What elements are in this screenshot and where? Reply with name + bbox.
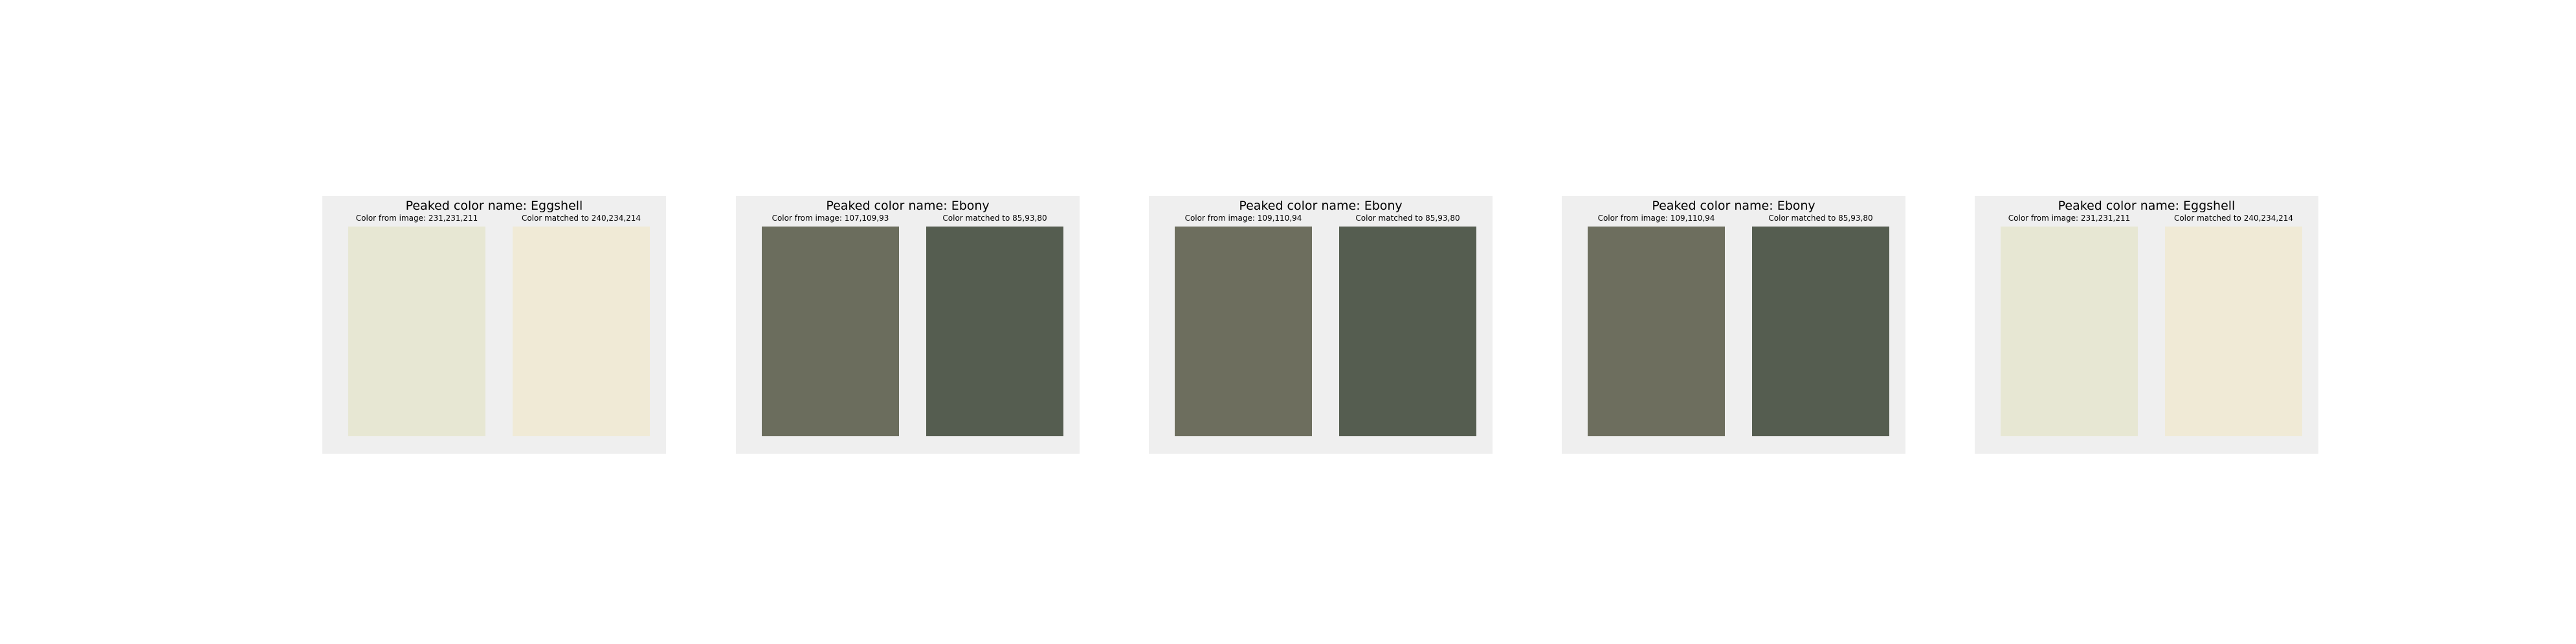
matched-color-label: Color matched to 240,234,214: [2173, 214, 2294, 223]
image-color-label: Color from image: 109,110,94: [1184, 214, 1302, 223]
matched-color-label: Color matched to 85,93,80: [1768, 214, 1873, 223]
color-panel-4: Peaked color name: Ebony Color from imag…: [1562, 196, 1905, 454]
panel-title: Peaked color name: Ebony: [826, 199, 990, 213]
image-color-swatch: [1175, 227, 1312, 436]
panel-title: Peaked color name: Eggshell: [405, 199, 583, 213]
matched-color-swatch: [926, 227, 1063, 436]
color-panel-3: Peaked color name: Ebony Color from imag…: [1149, 196, 1493, 454]
image-color-label: Color from image: 107,109,93: [772, 214, 889, 223]
matched-color-swatch: [2165, 227, 2302, 436]
image-color-label: Color from image: 231,231,211: [355, 214, 478, 223]
panel-title: Peaked color name: Ebony: [1239, 199, 1403, 213]
panel-title: Peaked color name: Eggshell: [2058, 199, 2236, 213]
image-color-swatch: [762, 227, 899, 436]
color-panel-5: Peaked color name: Eggshell Color from i…: [1975, 196, 2318, 454]
matched-color-label: Color matched to 85,93,80: [1355, 214, 1460, 223]
image-color-swatch: [348, 227, 485, 436]
matched-color-swatch: [1752, 227, 1889, 436]
matched-color-swatch: [513, 227, 650, 436]
matched-color-label: Color matched to 85,93,80: [942, 214, 1047, 223]
image-color-swatch: [1588, 227, 1725, 436]
image-color-swatch: [2001, 227, 2138, 436]
color-panel-1: Peaked color name: Eggshell Color from i…: [322, 196, 666, 454]
matched-color-swatch: [1339, 227, 1476, 436]
matched-color-label: Color matched to 240,234,214: [521, 214, 641, 223]
color-panel-2: Peaked color name: Ebony Color from imag…: [736, 196, 1080, 454]
panel-title: Peaked color name: Ebony: [1652, 199, 1815, 213]
image-color-label: Color from image: 109,110,94: [1597, 214, 1715, 223]
image-color-label: Color from image: 231,231,211: [2008, 214, 2131, 223]
